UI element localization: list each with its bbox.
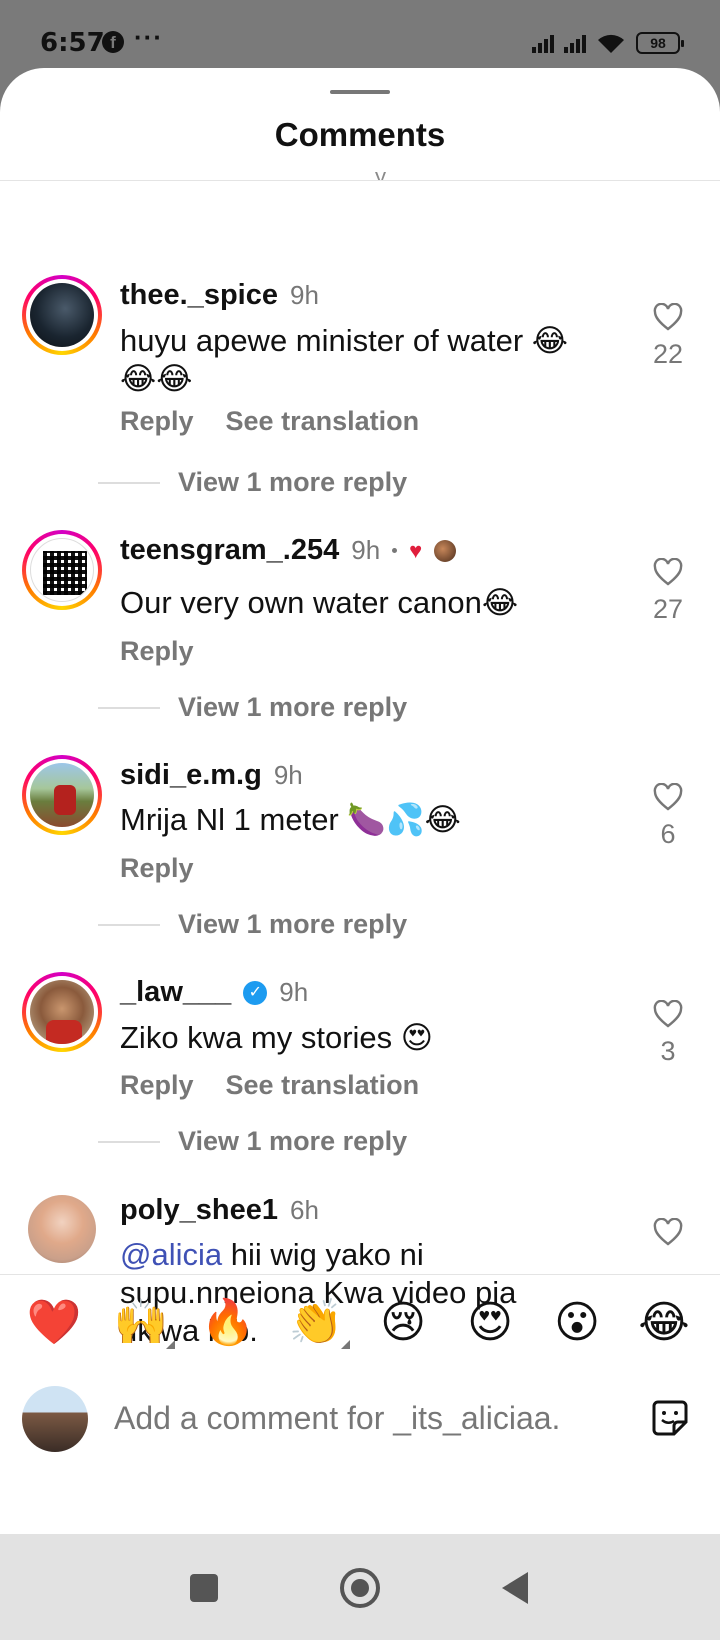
verified-badge-icon: ✓: [243, 980, 268, 1005]
heart-icon: [653, 1218, 683, 1246]
see-translation-button[interactable]: See translation: [226, 406, 420, 437]
status-time: 6:57: [40, 28, 105, 58]
reaction-heart[interactable]: ❤️: [26, 1295, 82, 1351]
reply-line: [98, 706, 160, 709]
reaction-surprised[interactable]: 😮: [549, 1295, 605, 1351]
signal-icon-2: [564, 33, 586, 53]
reaction-clap-label: 👏: [288, 1298, 344, 1347]
reaction-raised-hands-label: 🙌: [113, 1298, 169, 1347]
drag-handle[interactable]: [330, 90, 390, 94]
like-button[interactable]: [648, 1218, 688, 1254]
heart-icon: [653, 558, 683, 586]
separator-dot: [392, 548, 398, 553]
author-avatar: [434, 539, 457, 562]
like-button[interactable]: 6: [648, 783, 688, 850]
reaction-raised-hands[interactable]: 🙌: [113, 1295, 175, 1351]
reply-button[interactable]: Reply: [120, 406, 194, 437]
sheet-title: Comments: [274, 116, 446, 153]
back-button[interactable]: [502, 1572, 528, 1604]
status-icons: 98: [532, 30, 684, 56]
like-count: 3: [660, 1036, 676, 1066]
comment-username[interactable]: sidi_e.m.g: [120, 759, 262, 792]
comment-input-row: Add a comment for _its_aliciaa.: [0, 1374, 720, 1466]
skin-tone-indicator: [166, 1340, 175, 1349]
avatar[interactable]: [28, 1195, 96, 1263]
quick-reactions-bar: ❤️ 🙌 🔥 👏 😢 😍 😮 😂: [0, 1274, 720, 1374]
view-more-replies[interactable]: View 1 more reply: [98, 467, 407, 498]
comment-username[interactable]: teensgram_.254: [120, 534, 339, 567]
reply-button[interactable]: Reply: [120, 1070, 194, 1101]
view-more-replies-label: View 1 more reply: [178, 692, 408, 722]
reply-button[interactable]: Reply: [120, 636, 194, 667]
scrolled-text-fragment: y: [375, 172, 415, 180]
comment-time: 9h: [289, 280, 319, 310]
sticker-icon[interactable]: [650, 1398, 690, 1438]
reply-line: [98, 923, 160, 926]
recents-button[interactable]: [190, 1574, 218, 1602]
comment-text: huyu apewe minister of water 😂😂😂: [120, 323, 569, 396]
comment-text: Ziko kwa my stories 😍: [120, 1020, 434, 1055]
avatar[interactable]: [22, 972, 102, 1052]
status-bar: 6:57 f ··· 98: [0, 0, 720, 70]
comment-username[interactable]: poly_shee1: [120, 1194, 278, 1227]
like-count: 6: [660, 819, 676, 849]
comment-username[interactable]: _law___: [120, 976, 231, 1009]
view-more-replies-label: View 1 more reply: [178, 909, 408, 939]
current-user-avatar: [22, 1386, 88, 1452]
battery-level: 98: [650, 35, 666, 51]
comment-time: 6h: [289, 1195, 319, 1225]
signal-icon: [532, 33, 554, 53]
comment-time: 9h: [279, 977, 309, 1007]
like-count: 22: [652, 339, 684, 369]
system-nav-bar: [0, 1534, 720, 1640]
reply-line: [98, 481, 160, 484]
view-more-replies[interactable]: View 1 more reply: [98, 1126, 407, 1157]
battery-icon: 98: [636, 32, 684, 54]
avatar[interactable]: [22, 755, 102, 835]
like-button[interactable]: 22: [648, 303, 688, 370]
reaction-laughing[interactable]: 😂: [636, 1295, 692, 1351]
view-more-replies-label: View 1 more reply: [178, 1126, 408, 1156]
reply-line: [98, 1140, 160, 1143]
comments-list[interactable]: thee._spice 9h huyu apewe minister of wa…: [0, 181, 720, 1341]
avatar[interactable]: [22, 275, 102, 355]
home-button[interactable]: [340, 1568, 380, 1608]
facebook-icon: f: [102, 31, 124, 53]
like-button[interactable]: 3: [648, 1000, 688, 1067]
like-button[interactable]: 27: [648, 558, 688, 625]
comment-username[interactable]: thee._spice: [120, 279, 278, 312]
liked-by-author-heart-icon: ♥: [409, 537, 423, 563]
heart-icon: [653, 303, 683, 331]
reaction-clap[interactable]: 👏: [288, 1295, 350, 1351]
avatar[interactable]: [22, 530, 102, 610]
reply-button[interactable]: Reply: [120, 853, 194, 884]
reaction-crying[interactable]: 😢: [375, 1295, 431, 1351]
reaction-heart-eyes[interactable]: 😍: [462, 1295, 518, 1351]
see-translation-button[interactable]: See translation: [226, 1070, 420, 1101]
like-count: 27: [652, 594, 684, 624]
view-more-replies-label: View 1 more reply: [178, 467, 408, 497]
comment-input[interactable]: Add a comment for _its_aliciaa.: [114, 1400, 634, 1437]
comment-time: 9h: [273, 760, 303, 790]
view-more-replies[interactable]: View 1 more reply: [98, 909, 407, 940]
view-more-replies[interactable]: View 1 more reply: [98, 692, 407, 723]
skin-tone-indicator: [341, 1340, 350, 1349]
reaction-fire[interactable]: 🔥: [200, 1295, 256, 1351]
comment-text: Mrija Nl 1 meter 🍆💦😂: [120, 802, 461, 837]
heart-icon: [653, 783, 683, 811]
mention-link[interactable]: @alicia: [120, 1237, 222, 1272]
heart-icon: [653, 1000, 683, 1028]
wifi-icon: [598, 34, 624, 53]
comment-text: Our very own water canon😂: [120, 585, 519, 620]
comment-time: 9h: [351, 535, 381, 565]
status-more: ···: [134, 22, 163, 52]
